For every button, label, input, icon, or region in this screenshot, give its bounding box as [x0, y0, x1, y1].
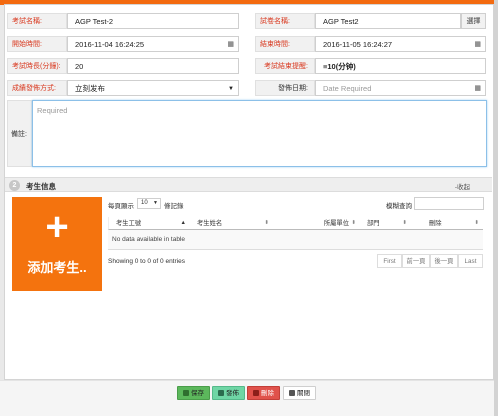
page-last-button[interactable]: Last: [458, 254, 483, 268]
col-label: 考生工號: [116, 220, 142, 227]
empty-table-text: No data available in table: [112, 236, 185, 243]
sort-icon: ⬍: [474, 220, 479, 226]
per-page-select[interactable]: 10 ▼: [137, 198, 161, 209]
publish-mode-value: 立刻发布: [75, 84, 105, 93]
col-label: 所屬單位: [323, 220, 349, 227]
save-icon: [183, 390, 189, 396]
end-reminder-label: 考試結束提醒:: [255, 58, 315, 74]
calendar-icon[interactable]: ▦: [227, 37, 234, 53]
end-reminder-value: 10(分钟): [327, 62, 356, 71]
exam-name-input[interactable]: AGP Test-2: [67, 13, 239, 29]
remark-placeholder: Required: [37, 106, 68, 115]
duration-label: 考試時長(分鐘):: [7, 58, 67, 74]
exam-name-label: 考試名稱:: [7, 13, 67, 29]
save-button[interactable]: 保存: [177, 386, 210, 400]
calendar-icon[interactable]: ▦: [474, 81, 481, 97]
vertical-scrollbar[interactable]: [494, 0, 498, 416]
end-reminder-select[interactable]: ≡10(分钟): [315, 58, 486, 74]
collapse-toggle[interactable]: -收起: [455, 181, 470, 191]
close-button[interactable]: 關閉: [283, 386, 316, 400]
chevron-down-icon: ▼: [153, 200, 158, 206]
plus-icon: +: [45, 205, 69, 249]
delete-icon: [253, 390, 259, 396]
section-title: 考生信息: [26, 182, 56, 191]
search-label: 模糊查詢: [386, 203, 412, 210]
save-label: 保存: [191, 390, 204, 397]
per-page-value: 10: [141, 200, 148, 206]
col-header-unit[interactable]: 所屬單位 ⬍: [273, 217, 360, 230]
start-time-label: 開始時間:: [7, 36, 67, 52]
col-header-employee-id[interactable]: 考生工號 ▲: [108, 217, 190, 230]
publish-mode-select[interactable]: 立刻发布 ▼: [67, 80, 239, 96]
close-label: 關閉: [297, 390, 310, 397]
section-number-badge: 2: [9, 180, 20, 191]
remark-textarea[interactable]: Required: [32, 100, 487, 167]
publish-button[interactable]: 發佈: [212, 386, 245, 400]
chevron-down-icon: ▼: [228, 86, 234, 92]
publish-date-input[interactable]: Date Required ▦: [315, 80, 486, 96]
search-input[interactable]: [414, 197, 484, 210]
table-info: Showing 0 to 0 of 0 entries: [108, 258, 185, 265]
remark-label: 備註:: [7, 100, 32, 167]
sort-icon: ⬍: [264, 220, 269, 226]
per-page-prefix: 每頁顯示: [108, 203, 134, 210]
candidate-section-header: 2 考生信息 -收起: [5, 177, 492, 192]
col-header-name[interactable]: 考生姓名 ⬍: [190, 217, 273, 230]
sort-icon: ⬍: [402, 220, 407, 226]
select-paper-button[interactable]: 選擇: [461, 13, 486, 29]
page-prev-button[interactable]: 前一頁: [402, 254, 430, 268]
paper-name-label: 試卷名稱:: [255, 13, 315, 29]
calendar-icon[interactable]: ▦: [474, 37, 481, 53]
close-icon: [289, 390, 295, 396]
end-time-value: 2016-11-05 16:24:27: [323, 40, 393, 49]
col-header-department[interactable]: 部門 ⬍: [360, 217, 411, 230]
col-label: 刪除: [429, 220, 442, 227]
publish-date-label: 發佈日期:: [255, 80, 315, 96]
col-label: 部門: [367, 220, 380, 227]
end-time-label: 結束時間:: [255, 36, 315, 52]
publish-date-placeholder: Date Required: [323, 84, 372, 93]
page-first-button[interactable]: First: [377, 254, 402, 268]
col-label: 考生姓名: [197, 220, 223, 227]
page-next-button[interactable]: 後一頁: [430, 254, 458, 268]
table-empty-row: No data available in table: [108, 230, 483, 250]
duration-input[interactable]: 20: [67, 58, 239, 74]
delete-button[interactable]: 刪除: [247, 386, 280, 400]
add-candidate-button[interactable]: + 添加考生..: [12, 197, 102, 291]
start-time-value: 2016-11-04 16:24:25: [75, 40, 145, 49]
publish-label: 發佈: [226, 390, 239, 397]
paper-name-input[interactable]: AGP Test2: [315, 13, 461, 29]
publish-icon: [218, 390, 224, 396]
sort-icon: ⬍: [351, 220, 356, 226]
per-page-suffix: 條記錄: [164, 203, 184, 210]
add-candidate-label: 添加考生..: [27, 260, 87, 275]
col-header-delete[interactable]: 刪除 ⬍: [411, 217, 483, 230]
sort-asc-icon: ▲: [180, 220, 186, 226]
publish-mode-label: 成績發佈方式:: [7, 80, 67, 96]
start-time-input[interactable]: 2016-11-04 16:24:25 ▦: [67, 36, 239, 52]
delete-label: 刪除: [261, 390, 274, 397]
end-time-input[interactable]: 2016-11-05 16:24:27 ▦: [315, 36, 486, 52]
